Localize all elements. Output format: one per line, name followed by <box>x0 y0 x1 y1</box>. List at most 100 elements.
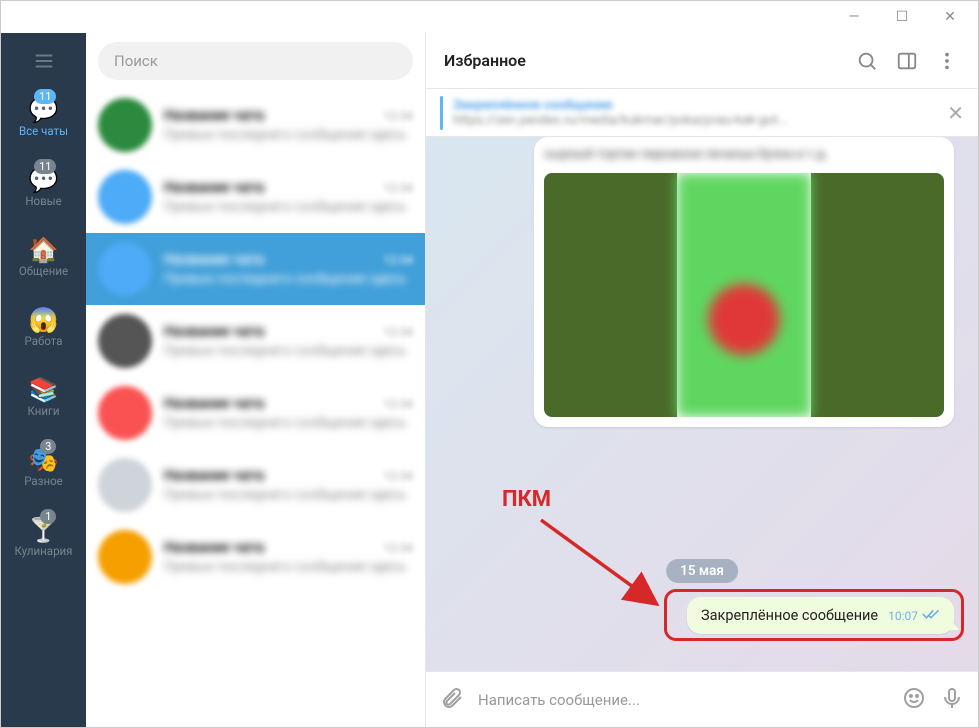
pinned-indicator <box>440 96 443 130</box>
chat-preview: Превью последнего сообщения здесь <box>164 127 413 143</box>
pinned-message-bar[interactable]: Закреплённое сообщение https://zen.yande… <box>426 89 978 137</box>
folder-label: Кулинария <box>15 544 73 558</box>
folder-icon: 😱 <box>29 308 59 332</box>
chat-name: Название чата <box>164 467 264 484</box>
chat-item[interactable]: Название чата 12:34 Превью последнего соо… <box>86 233 425 305</box>
chat-time: 12:34 <box>383 109 413 123</box>
pinned-title: Закреплённое сообщение <box>453 98 937 113</box>
chat-header: Избранное <box>426 33 978 89</box>
chat-body: Название чата 12:34 Превью последнего соо… <box>164 251 413 287</box>
folder-Книги[interactable]: 📚 Книги <box>15 363 73 433</box>
window-maximize[interactable]: ☐ <box>882 3 922 31</box>
folder-label: Работа <box>25 334 63 348</box>
folder-icon: 📚 <box>29 378 59 402</box>
chat-name: Название чата <box>164 251 264 268</box>
avatar <box>98 458 152 512</box>
chat-preview: Превью последнего сообщения здесь <box>164 271 413 287</box>
folder-Новые[interactable]: 💬Новые11 <box>15 153 73 223</box>
avatar <box>98 386 152 440</box>
more-icon[interactable] <box>934 48 960 74</box>
window-minimize[interactable]: — <box>834 3 874 31</box>
window-close[interactable]: ✕ <box>930 3 970 31</box>
chat-item[interactable]: Название чата 12:34 Превью последнего соо… <box>86 377 425 449</box>
chat-item[interactable]: Название чата12:34 Превью последнего соо… <box>86 305 425 377</box>
media-image <box>544 173 944 417</box>
folder-Разное[interactable]: 🎭Разное3 <box>15 433 73 503</box>
chat-time: 12:34 <box>383 325 413 339</box>
attach-icon[interactable] <box>440 686 464 714</box>
message-composer: Написать сообщение... <box>426 671 978 727</box>
avatar <box>98 314 152 368</box>
chat-time: 12:34 <box>383 181 413 195</box>
sidepanel-icon[interactable] <box>894 48 920 74</box>
message-time: 10:07 <box>888 609 918 623</box>
menu-button[interactable] <box>1 39 86 83</box>
chat-item[interactable]: Название чата 12:34 Превью последнего соо… <box>86 521 425 593</box>
avatar <box>98 98 152 152</box>
chat-item[interactable]: Название чата 12:34 Превью последнего соо… <box>86 89 425 161</box>
chat-time: 12:34 <box>383 253 413 267</box>
read-checks-icon <box>922 608 940 624</box>
folder-Общение[interactable]: 🏠 Общение <box>15 223 73 293</box>
media-caption: сырный тортик пирожное печенье булка и т… <box>544 147 944 173</box>
chat-preview: Превью последнего сообщения здесь <box>164 415 413 431</box>
avatar <box>98 242 152 296</box>
chat-preview: Превью последнего сообщения здесь <box>164 487 413 503</box>
chat-title: Избранное <box>444 51 840 70</box>
close-icon[interactable]: ✕ <box>947 101 964 125</box>
chat-time: 12:34 <box>383 541 413 555</box>
chat-preview: Превью последнего сообщения здесь <box>164 559 413 575</box>
window-titlebar: — ☐ ✕ <box>1 1 978 33</box>
folder-icon: 🏠 <box>29 238 59 262</box>
folder-badge: 11 <box>34 89 56 104</box>
chat-item[interactable]: Название чата12:34 Превью последнего соо… <box>86 161 425 233</box>
folder-badge: 11 <box>34 159 56 174</box>
date-separator: 15 мая <box>666 559 738 583</box>
pinned-body: Закреплённое сообщение https://zen.yande… <box>453 98 937 128</box>
chat-list-panel: Поиск Название чата 12:34 Превью последне… <box>86 33 426 727</box>
messages-area: сырный тортик пирожное печенье булка и т… <box>426 137 978 671</box>
annotation-label: ПКМ <box>502 487 551 512</box>
message-media[interactable]: сырный тортик пирожное печенье булка и т… <box>534 137 954 427</box>
search-input[interactable]: Поиск <box>98 42 413 80</box>
folder-Работа[interactable]: 😱 Работа <box>15 293 73 363</box>
chat-body: Название чата 12:34 Превью последнего соо… <box>164 107 413 143</box>
message-text: Закреплённое сообщение <box>701 607 878 624</box>
chat-body: Название чата 12:34 Превью последнего соо… <box>164 539 413 575</box>
chat-preview: Превью последнего сообщения здесь <box>164 343 413 359</box>
message-meta: 10:07 <box>888 608 940 624</box>
chat-time: 12:34 <box>383 469 413 483</box>
emoji-icon[interactable] <box>902 686 926 714</box>
avatar <box>98 530 152 584</box>
app-container: 💬Все чаты11💬Новые11🏠Общение😱Работа📚Книги… <box>1 33 978 727</box>
chat-body: Название чата12:34 Превью последнего соо… <box>164 179 413 215</box>
annotation-arrow <box>536 515 666 615</box>
folder-Все чаты[interactable]: 💬Все чаты11 <box>15 83 73 153</box>
message-bubble[interactable]: Закреплённое сообщение 10:07 <box>687 597 954 634</box>
chat-name: Название чата <box>164 107 264 124</box>
search-icon[interactable] <box>854 48 880 74</box>
chat-main: Избранное Закреплённое сообщение https:/… <box>426 33 978 727</box>
chat-body: Название чата 12:34 Превью последнего соо… <box>164 467 413 503</box>
chat-body: Название чата12:34 Превью последнего соо… <box>164 323 413 359</box>
pinned-preview: https://zen.yandex.ru/media/kukmar/pokaz… <box>453 113 937 128</box>
avatar <box>98 170 152 224</box>
chat-item[interactable]: Название чата 12:34 Превью последнего соо… <box>86 449 425 521</box>
search-bar: Поиск <box>86 33 425 89</box>
folder-label: Общение <box>19 264 68 278</box>
chat-name: Название чата <box>164 179 264 196</box>
folder-label: Все чаты <box>19 124 68 138</box>
voice-icon[interactable] <box>940 686 964 714</box>
chat-body: Название чата 12:34 Превью последнего соо… <box>164 395 413 431</box>
chat-name: Название чата <box>164 539 264 556</box>
folder-Кулинария[interactable]: 🍸Кулинария1 <box>15 503 73 573</box>
chat-list: Название чата 12:34 Превью последнего соо… <box>86 89 425 727</box>
chat-time: 12:34 <box>383 397 413 411</box>
folder-sidebar: 💬Все чаты11💬Новые11🏠Общение😱Работа📚Книги… <box>1 33 86 727</box>
chat-name: Название чата <box>164 395 264 412</box>
composer-input[interactable]: Написать сообщение... <box>478 691 888 709</box>
folder-label: Разное <box>24 474 63 488</box>
folder-label: Новые <box>25 194 61 208</box>
folder-label: Книги <box>28 404 60 418</box>
message-bubble-wrap: Закреплённое сообщение 10:07 <box>687 597 954 634</box>
